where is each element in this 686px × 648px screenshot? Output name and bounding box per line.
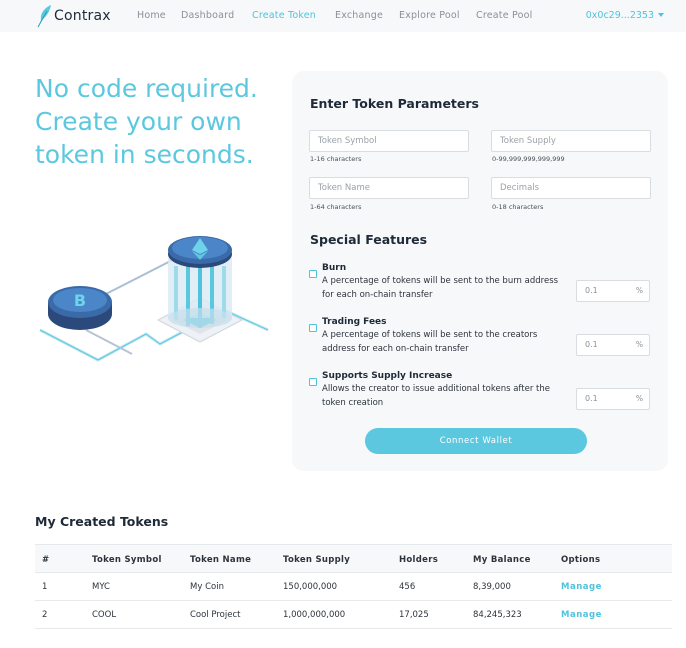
percent-sign: % xyxy=(635,340,643,349)
supply-increase-description: Allows the creator to issue additional t… xyxy=(322,384,550,408)
nav-dashboard[interactable]: Dashboard xyxy=(181,10,234,21)
row-index: 1 xyxy=(42,582,48,592)
decimals-input[interactable] xyxy=(491,177,651,199)
token-parameters-heading: Enter Token Parameters xyxy=(310,96,479,111)
column-header-supply: Token Supply xyxy=(283,555,351,565)
brand-name: Contrax xyxy=(54,8,111,24)
percent-sign: % xyxy=(635,286,643,295)
supply-increase-percent-input[interactable]: 0.1% xyxy=(576,388,650,410)
column-header-balance: My Balance xyxy=(473,555,531,565)
row-balance: 84,245,323 xyxy=(473,610,522,620)
top-navbar: Contrax Home Dashboard Create Token Exch… xyxy=(0,0,686,32)
column-header-holders: Holders xyxy=(399,555,439,565)
row-name: My Coin xyxy=(190,582,224,592)
burn-title: Burn xyxy=(322,263,347,273)
feather-logo-icon xyxy=(37,5,51,28)
chevron-down-icon xyxy=(658,13,664,17)
token-symbol-input[interactable] xyxy=(309,130,469,152)
supply-increase-title: Supports Supply Increase xyxy=(322,371,453,381)
nav-create-token[interactable]: Create Token xyxy=(252,10,316,21)
token-name-hint: 1-64 characters xyxy=(310,203,362,211)
row-holders: 17,025 xyxy=(399,610,429,620)
column-header-options: Options xyxy=(561,555,601,565)
nav-home[interactable]: Home xyxy=(137,10,166,21)
wallet-address-dropdown[interactable]: 0x0c29...2353 xyxy=(586,10,664,21)
burn-percent-input[interactable]: 0.1% xyxy=(576,280,650,302)
wallet-address: 0x0c29...2353 xyxy=(585,10,654,21)
burn-checkbox[interactable] xyxy=(309,270,317,278)
special-features-heading: Special Features xyxy=(310,232,428,247)
decimals-hint: 0-18 characters xyxy=(492,203,544,211)
row-supply: 1,000,000,000 xyxy=(283,610,346,620)
table-row: 1 MYC My Coin 150,000,000 456 8,39,000 M… xyxy=(35,573,672,601)
connect-wallet-button[interactable]: Connect Wallet xyxy=(365,428,587,454)
row-holders: 456 xyxy=(399,582,416,592)
nav-explore-pool[interactable]: Explore Pool xyxy=(399,10,460,21)
supply-increase-percent-value: 0.1 xyxy=(585,394,598,403)
table-header: # Token Symbol Token Name Token Supply H… xyxy=(35,544,672,573)
column-header-symbol: Token Symbol xyxy=(92,555,162,565)
token-symbol-hint: 1-16 characters xyxy=(310,155,362,163)
token-name-input[interactable] xyxy=(309,177,469,199)
nav-exchange[interactable]: Exchange xyxy=(335,10,383,21)
logo[interactable]: Contrax xyxy=(36,3,111,29)
row-name: Cool Project xyxy=(190,610,241,620)
hero-title: No code required. Create your own token … xyxy=(35,74,258,169)
table-row: 2 COOL Cool Project 1,000,000,000 17,025… xyxy=(35,601,672,629)
burn-description: A percentage of tokens will be sent to t… xyxy=(322,276,559,300)
burn-percent-value: 0.1 xyxy=(585,286,598,295)
crypto-coins-illustration: B xyxy=(39,236,269,362)
trading-fees-title: Trading Fees xyxy=(322,317,387,327)
supply-increase-checkbox[interactable] xyxy=(309,378,317,386)
row-symbol: COOL xyxy=(92,610,117,620)
manage-link[interactable]: Manage xyxy=(561,582,602,592)
nav-create-pool[interactable]: Create Pool xyxy=(476,10,532,21)
trading-fees-checkbox[interactable] xyxy=(309,324,317,332)
trading-fees-description: A percentage of tokens will be sent to t… xyxy=(322,330,538,354)
svg-text:B: B xyxy=(74,291,86,310)
manage-link[interactable]: Manage xyxy=(561,610,602,620)
row-balance: 8,39,000 xyxy=(473,582,511,592)
token-supply-input[interactable] xyxy=(491,130,651,152)
trading-fees-percent-value: 0.1 xyxy=(585,340,598,349)
column-header-index: # xyxy=(42,555,50,565)
percent-sign: % xyxy=(635,394,643,403)
row-symbol: MYC xyxy=(92,582,110,592)
row-supply: 150,000,000 xyxy=(283,582,338,592)
row-index: 2 xyxy=(42,610,48,620)
token-supply-hint: 0-99,999,999,999,999 xyxy=(492,155,565,163)
column-header-name: Token Name xyxy=(190,555,252,565)
trading-fees-percent-input[interactable]: 0.1% xyxy=(576,334,650,356)
my-created-tokens-heading: My Created Tokens xyxy=(35,514,169,529)
